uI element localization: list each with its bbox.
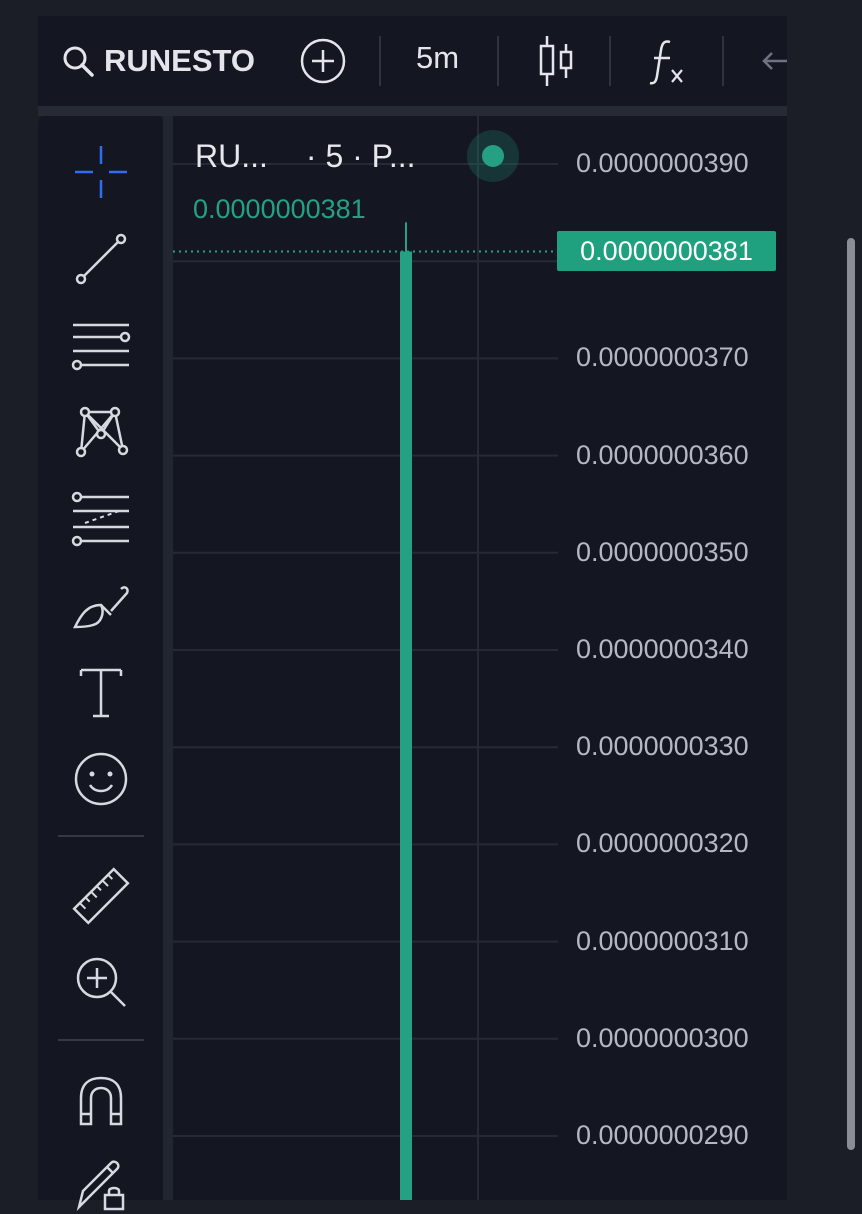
header-divider: [38, 106, 787, 116]
brush-icon: [72, 586, 129, 629]
fib-retracement-icon: [71, 491, 129, 547]
text-icon: [79, 668, 123, 718]
legend-interval-exchange: · 5 · P...: [305, 138, 416, 174]
zoom-in-tool[interactable]: [70, 951, 132, 1013]
horizontal-lines-icon: [71, 323, 131, 371]
toolbar-divider: [58, 1039, 144, 1041]
price-axis-label: 0.0000000390: [576, 148, 749, 178]
crosshair-icon: [75, 146, 127, 198]
price-axis-label: 0.0000000320: [576, 828, 749, 859]
legend-symbol: RU...: [195, 138, 268, 174]
page-scrollbar[interactable]: [847, 238, 855, 1150]
pattern-tool[interactable]: [70, 401, 132, 463]
symbol-name: RUNESTO: [104, 43, 256, 78]
chart-pane[interactable]: RU... · 5 · P... 0.0000000381 0.000000039…: [173, 116, 787, 1200]
candles-icon[interactable]: [536, 34, 576, 88]
price-axis-label: 0.0000000290: [576, 1120, 749, 1150]
toolbar-separator: [722, 36, 724, 86]
emoji-tool[interactable]: [70, 748, 132, 810]
magnet-icon: [79, 1076, 123, 1126]
current-price-tag: 0.0000000381: [557, 231, 776, 272]
price-axis-label: 0.0000000310: [576, 925, 749, 956]
magnet-tool[interactable]: [70, 1069, 132, 1131]
horizontal-lines-tool[interactable]: [70, 314, 132, 376]
status-dot: [482, 145, 504, 167]
toolbar-separator: [497, 36, 499, 86]
chart-legend-title[interactable]: RU... · 5 · P...: [195, 138, 416, 175]
interval-button[interactable]: 5m: [416, 40, 459, 76]
indicators-icon[interactable]: [646, 36, 690, 88]
pattern-icon: [75, 406, 129, 458]
price-axis-label: 0.0000000370: [576, 342, 749, 373]
chart-top-bar: RUNESTO 5m: [38, 16, 787, 106]
brush-tool[interactable]: [70, 574, 132, 636]
lock-drawing-icon: [76, 1160, 125, 1212]
toolbar-separator: [379, 36, 381, 86]
price-axis-label: 0.0000000300: [576, 1022, 749, 1053]
market-status-indicator[interactable]: [467, 130, 519, 182]
price-axis-label: 0.0000000340: [576, 634, 749, 664]
price-axis-label: 0.0000000330: [576, 731, 749, 762]
toolbar-separator: [609, 36, 611, 86]
price-axis-label: 0.0000000350: [576, 536, 749, 567]
back-arrow-icon[interactable]: [760, 46, 787, 76]
emoji-icon: [74, 752, 128, 806]
panel-gutter: [163, 116, 173, 1200]
lock-drawing-tool[interactable]: [70, 1152, 132, 1214]
price-axis-label: 0.0000000360: [576, 439, 749, 470]
search-icon: [63, 46, 94, 77]
trend-line-tool[interactable]: [70, 228, 132, 290]
ruler-icon: [72, 867, 130, 925]
crosshair-tool[interactable]: [70, 141, 132, 203]
symbol-search-button[interactable]: RUNESTO: [60, 38, 255, 84]
fib-retracement-tool[interactable]: [70, 488, 132, 550]
candle-body: [400, 251, 412, 1200]
zoom-in-icon: [76, 957, 126, 1007]
add-symbol-icon[interactable]: [300, 38, 346, 84]
text-tool[interactable]: [70, 661, 132, 723]
legend-last-value: 0.0000000381: [193, 194, 366, 224]
trend-line-icon: [75, 233, 127, 285]
toolbar-divider: [58, 835, 144, 837]
drawing-toolbar: [38, 116, 163, 1212]
ruler-tool[interactable]: [70, 865, 132, 927]
